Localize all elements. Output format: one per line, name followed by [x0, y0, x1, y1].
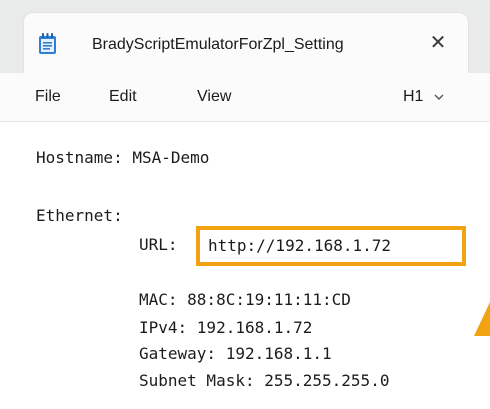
gateway-line: Gateway: 192.168.1.1 [139, 344, 332, 363]
mac-line: MAC: 88:8C:19:11:11:CD [139, 290, 351, 309]
menu-file[interactable]: File [35, 84, 61, 110]
menu-edit[interactable]: Edit [109, 84, 137, 110]
subnet-mask-line: Subnet Mask: 255.255.255.0 [139, 371, 390, 390]
hostname-line: Hostname: MSA-Demo [36, 148, 210, 167]
ipv4-line: IPv4: 192.168.1.72 [139, 318, 313, 337]
title-bar: BradyScriptEmulatorForZpl_Setting ✕ [0, 0, 490, 73]
close-tab-icon[interactable]: ✕ [424, 29, 452, 57]
heading-dropdown[interactable]: H1 [403, 84, 445, 110]
notepad-icon [39, 33, 56, 54]
url-highlight-box: http://192.168.1.72 [196, 226, 466, 266]
heading-label: H1 [403, 88, 424, 105]
menu-bar: File Edit View H1 [0, 73, 490, 121]
text-editor[interactable]: Hostname: MSA-Demo Ethernet: URL: http:/… [0, 121, 490, 409]
annotation-arrow-icon [474, 302, 490, 336]
menu-view[interactable]: View [197, 84, 231, 110]
url-value: http://192.168.1.72 [208, 236, 392, 255]
document-tab[interactable]: BradyScriptEmulatorForZpl_Setting ✕ [24, 13, 468, 73]
chevron-down-icon [434, 94, 444, 100]
url-key: URL: [139, 235, 178, 254]
ethernet-label: Ethernet: [36, 206, 123, 225]
tab-title: BradyScriptEmulatorForZpl_Setting [92, 36, 344, 53]
